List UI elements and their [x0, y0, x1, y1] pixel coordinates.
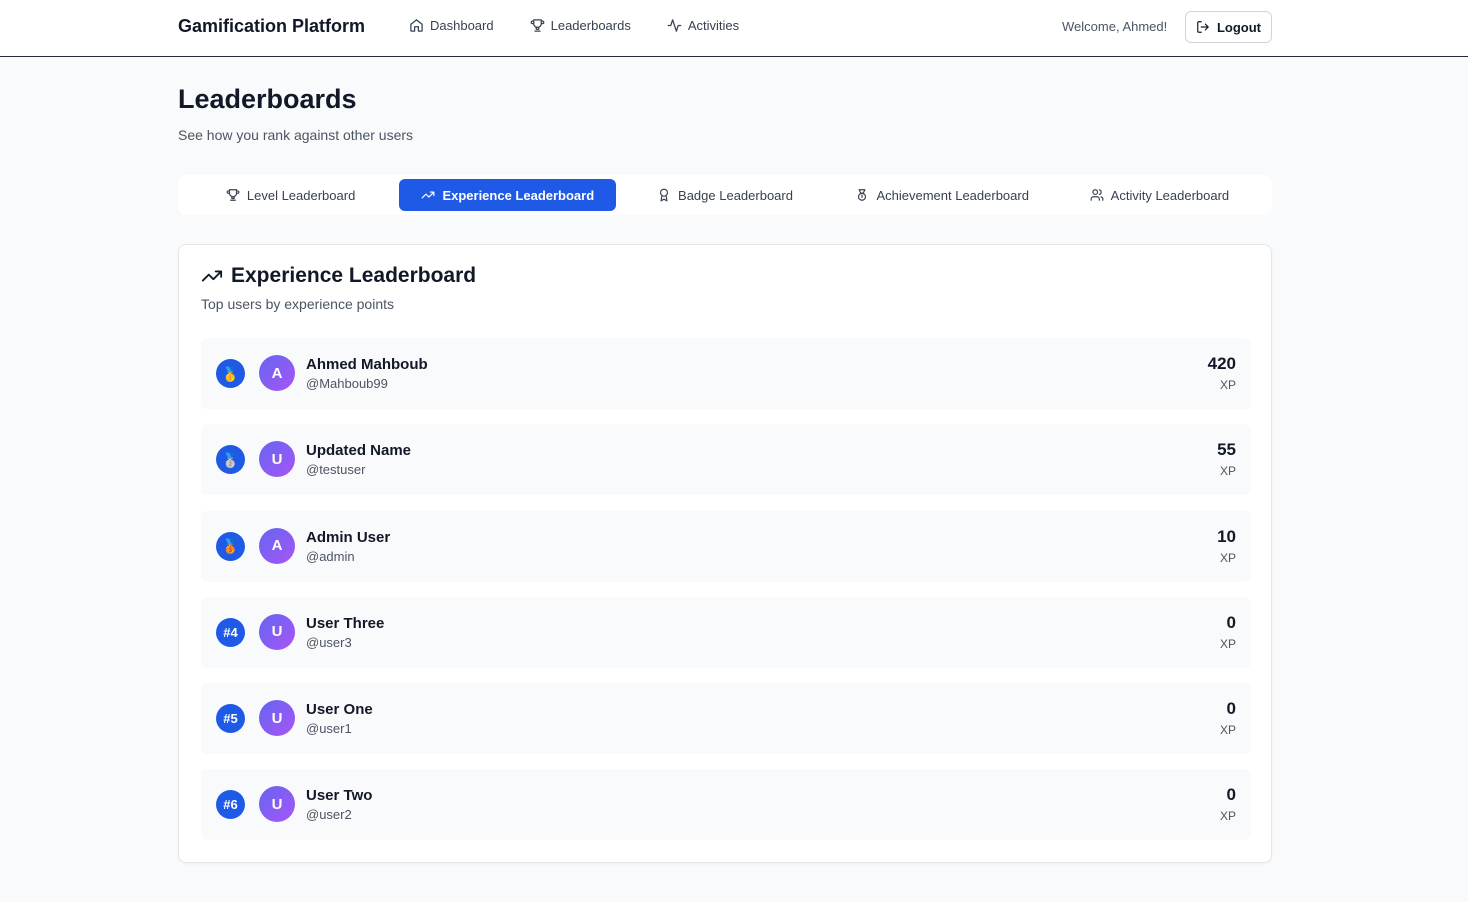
nav-activities[interactable]: Activities: [667, 18, 739, 33]
avatar: A: [259, 527, 295, 564]
brand-title[interactable]: Gamification Platform: [178, 16, 365, 37]
nav-leaderboards-label: Leaderboards: [550, 18, 631, 33]
user-handle: @Mahboub99: [306, 376, 388, 391]
bronze-medal-icon: 🥉: [221, 538, 240, 555]
xp-value: 420: [1207, 354, 1236, 373]
trophy-icon: [226, 189, 240, 201]
xp-unit: XP: [1219, 550, 1236, 565]
avatar: U: [259, 700, 295, 737]
xp-unit: XP: [1219, 809, 1236, 824]
xp-unit: XP: [1219, 378, 1236, 392]
xp-value: 55: [1217, 440, 1236, 460]
tab-achievement-leaderboard[interactable]: Achievement Leaderboard: [834, 179, 1051, 211]
top-navbar: Gamification Platform Dashboard Leaderbo…: [0, 0, 1468, 57]
tab-experience-leaderboard[interactable]: Experience Leaderboard: [399, 179, 617, 211]
page-subtitle: See how you rank against other users: [178, 127, 414, 143]
trending-up-icon: [201, 270, 223, 282]
leaderboard-row[interactable]: 🥈 U Updated Name @testuser 55 XP: [201, 424, 1251, 496]
tab-badge-leaderboard[interactable]: Badge Leaderboard: [616, 179, 833, 211]
xp-value: 0: [1226, 699, 1236, 719]
logout-icon: [1197, 21, 1209, 33]
rank-badge: 🥉: [216, 531, 245, 561]
avatar: U: [259, 613, 295, 650]
main-nav: Dashboard Leaderboards Activities: [409, 18, 739, 33]
leaderboard-card: Experience Leaderboard Top users by expe…: [178, 244, 1272, 863]
nav-activities-label: Activities: [687, 18, 740, 33]
home-icon: [410, 19, 423, 32]
leaderboard-row[interactable]: 🥇 A Ahmed Mahboub @Mahboub99 420 XP: [201, 338, 1251, 409]
logout-button[interactable]: Logout: [1185, 11, 1272, 43]
xp-unit: XP: [1219, 464, 1236, 479]
tab-achievement-label: Achievement Leaderboard: [876, 187, 1029, 203]
xp-unit: XP: [1219, 636, 1236, 651]
rank-badge: #6: [216, 790, 245, 820]
leaderboard-row[interactable]: #6 U User Two @user2 0 XP: [201, 769, 1251, 841]
nav-leaderboards[interactable]: Leaderboards: [530, 18, 631, 33]
trophy-icon: [530, 19, 544, 32]
leaderboard-list: 🥇 A Ahmed Mahboub @Mahboub99 420 XP 🥈 U …: [201, 338, 1251, 856]
xp-value: 10: [1217, 526, 1236, 546]
user-name: User Two: [306, 787, 373, 805]
welcome-text: Welcome, Ahmed!: [1062, 19, 1168, 34]
user-handle: @testuser: [306, 462, 366, 478]
medal-icon: [858, 189, 867, 201]
avatar: A: [259, 355, 295, 391]
user-handle: @user1: [306, 721, 352, 737]
user-name: User Three: [306, 614, 385, 632]
user-handle: @user2: [306, 807, 352, 823]
gold-medal-icon: 🥇: [221, 365, 240, 382]
avatar: U: [259, 786, 295, 823]
award-icon: [659, 188, 669, 202]
user-name: Updated Name: [306, 442, 412, 460]
user-handle: @user3: [306, 634, 352, 650]
tab-experience-label: Experience Leaderboard: [442, 187, 595, 203]
card-title: Experience Leaderboard: [201, 264, 476, 288]
silver-medal-icon: 🥈: [221, 451, 240, 468]
leaderboard-row[interactable]: #4 U User Three @user3 0 XP: [201, 596, 1251, 668]
activity-icon: [667, 19, 682, 32]
leaderboard-row[interactable]: #5 U User One @user1 0 XP: [201, 683, 1251, 755]
tab-badge-label: Badge Leaderboard: [678, 187, 793, 203]
xp-value: 0: [1226, 785, 1236, 805]
rank-badge: #5: [216, 704, 245, 734]
leaderboard-tabs: Level Leaderboard Experience Leaderboard…: [178, 175, 1272, 215]
tab-activity-leaderboard[interactable]: Activity Leaderboard: [1051, 179, 1268, 211]
user-name: Admin User: [306, 528, 391, 546]
logout-label: Logout: [1216, 19, 1262, 35]
tab-level-leaderboard[interactable]: Level Leaderboard: [182, 179, 399, 211]
card-subtitle: Top users by experience points: [201, 296, 394, 312]
xp-unit: XP: [1219, 723, 1236, 738]
avatar: U: [259, 441, 295, 478]
rank-badge: #4: [216, 617, 245, 647]
tab-level-label: Level Leaderboard: [246, 187, 356, 203]
rank-badge: 🥇: [216, 359, 245, 388]
user-name: Ahmed Mahboub: [306, 356, 428, 373]
page-title: Leaderboards: [178, 84, 357, 114]
user-handle: @admin: [306, 548, 355, 564]
trending-up-icon: [422, 191, 435, 199]
tab-activity-label: Activity Leaderboard: [1110, 187, 1230, 203]
user-name: User One: [306, 701, 373, 719]
xp-value: 0: [1226, 612, 1236, 632]
leaderboard-row[interactable]: 🥉 A Admin User @admin 10 XP: [201, 510, 1251, 582]
rank-badge: 🥈: [216, 445, 245, 475]
nav-dashboard[interactable]: Dashboard: [409, 18, 494, 33]
card-title-text: Experience Leaderboard: [231, 264, 477, 287]
nav-dashboard-label: Dashboard: [430, 18, 494, 33]
users-icon: [1090, 189, 1104, 201]
